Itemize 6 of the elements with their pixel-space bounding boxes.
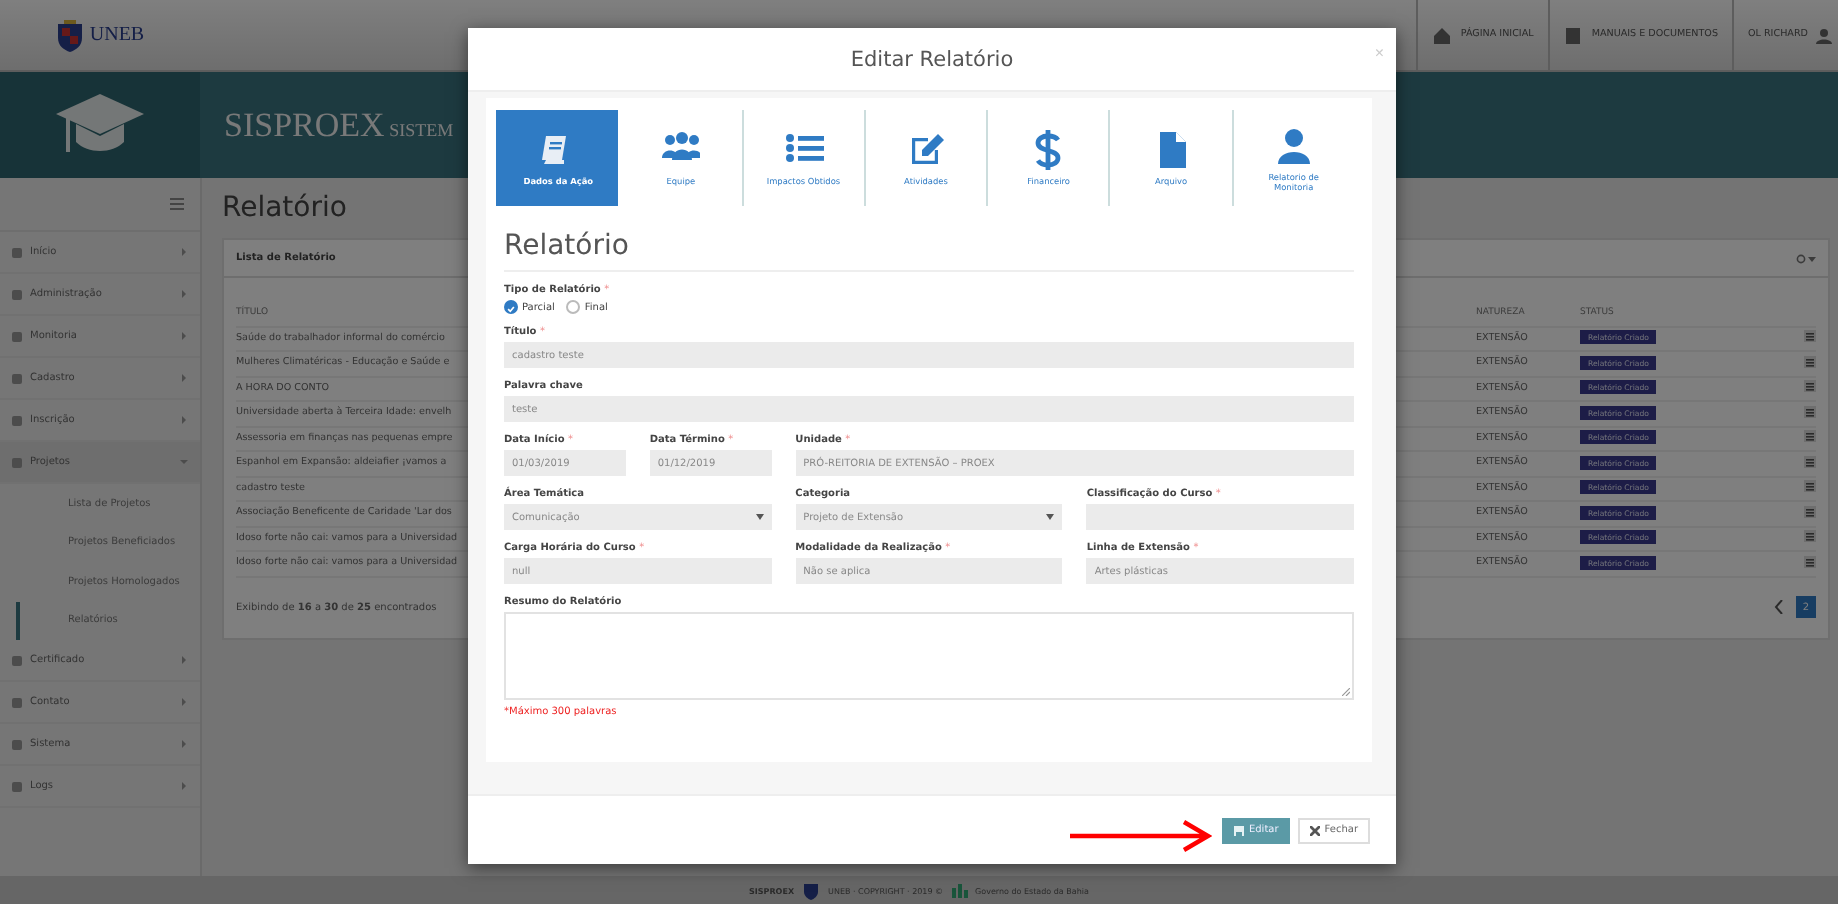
- dialog-title: Editar Relatório: [850, 47, 1014, 71]
- close-button[interactable]: ×: [1374, 44, 1384, 62]
- page-title: Relatório: [222, 192, 347, 224]
- logo-text: UNEB: [89, 24, 145, 46]
- app-title: SISPROEX SISTEM: [224, 105, 454, 145]
- form-heading: Relatório: [504, 230, 1354, 272]
